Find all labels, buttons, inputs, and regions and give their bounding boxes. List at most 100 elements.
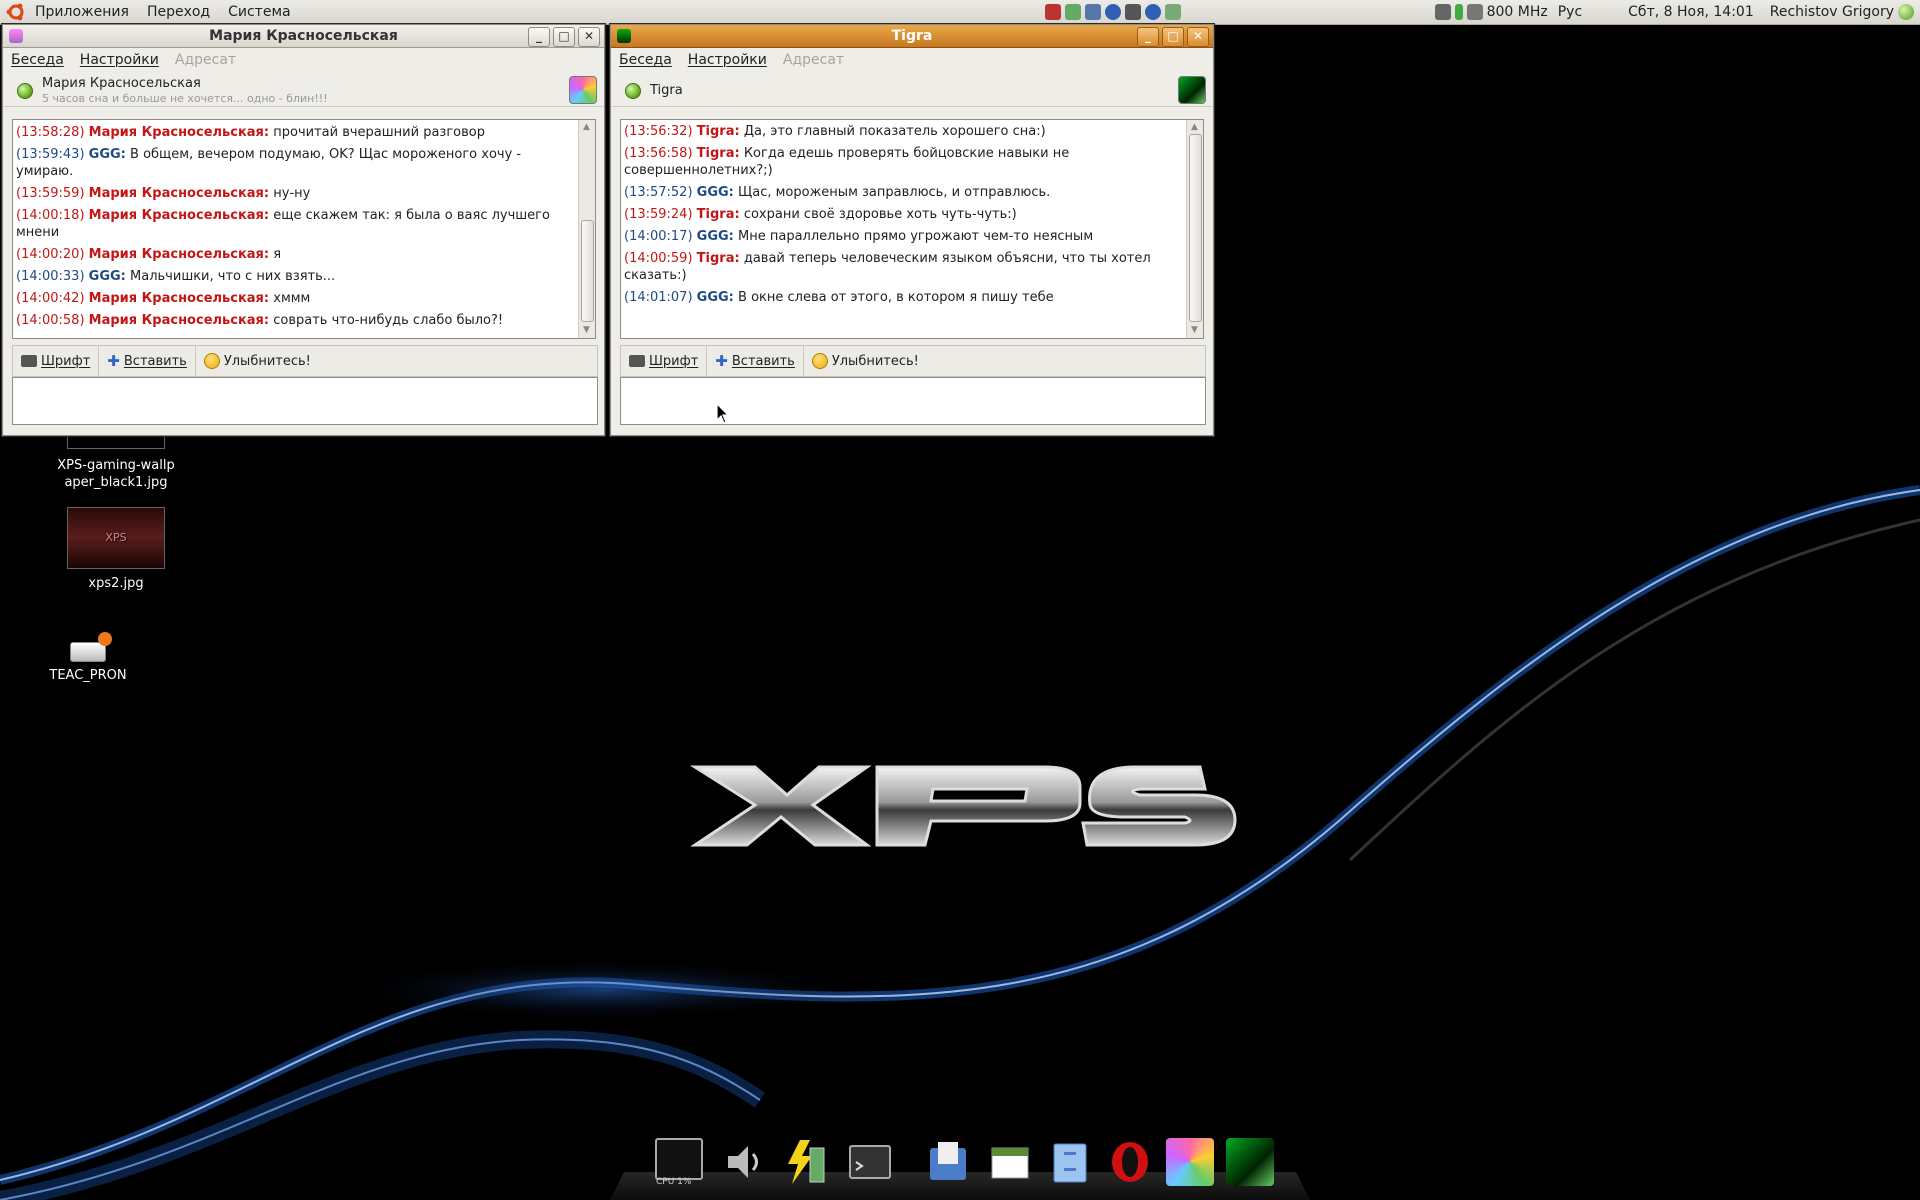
desktop-drive-teac[interactable]: TEAC_PRON: [40, 632, 136, 684]
pidgin-window-icon[interactable]: [9, 29, 23, 43]
message-timestamp: (13:56:58): [624, 146, 693, 161]
tray-app-icon-5[interactable]: [1124, 4, 1141, 20]
font-icon: [629, 355, 645, 367]
smile-label: Улыбнитесь!: [831, 353, 919, 369]
documents-icon[interactable]: [924, 1138, 972, 1186]
scroll-up-arrow[interactable]: ▲: [582, 123, 591, 132]
chat-message: (13:59:59) Мария Красносельская: ну-ну: [16, 185, 577, 202]
opera-browser-icon[interactable]: [1106, 1138, 1154, 1186]
cpu-monitor-icon[interactable]: [655, 1138, 703, 1180]
message-timestamp: (13:59:24): [624, 207, 693, 222]
font-button[interactable]: Шрифт: [621, 346, 708, 376]
chat-message: (14:00:17) GGG: Мне параллельно прямо уг…: [624, 228, 1185, 245]
tray-app-icon-4[interactable]: [1104, 4, 1121, 20]
pidgin-window-icon[interactable]: [617, 29, 631, 43]
applications-menu[interactable]: Приложения: [26, 4, 138, 20]
insert-label: Вставить: [123, 353, 187, 369]
pidgin-buddy2-icon[interactable]: [1226, 1138, 1274, 1186]
battery-icon[interactable]: [782, 1138, 830, 1186]
message-timestamp: (14:00:58): [16, 313, 85, 328]
scroll-up-arrow[interactable]: ▲: [1190, 123, 1199, 132]
font-button[interactable]: Шрифт: [13, 346, 100, 376]
scrollbar[interactable]: ▲ ▼: [578, 120, 595, 338]
network-icon[interactable]: [1164, 4, 1181, 20]
menu-buddy[interactable]: Адресат: [775, 52, 852, 68]
power-icon[interactable]: [1454, 4, 1463, 20]
contact-name: Мария Красносельская: [42, 76, 201, 91]
menu-options[interactable]: Настройки: [72, 52, 167, 68]
font-icon: [21, 355, 37, 367]
ubuntu-logo-icon[interactable]: [6, 2, 26, 22]
user-status-icon[interactable]: [1898, 4, 1914, 20]
window-titlebar[interactable]: Tigra _ □ ✕: [611, 25, 1213, 48]
system-menu[interactable]: Система: [219, 4, 299, 20]
file-manager-icon[interactable]: [1046, 1138, 1094, 1186]
cpu-usage-label: CPU 1%: [656, 1177, 692, 1187]
tray-app-icon-1[interactable]: [1044, 4, 1061, 20]
message-text: сохрани своё здоровье хоть чуть-чуть:): [743, 207, 1017, 222]
message-sender: Tigra:: [696, 207, 740, 222]
message-sender: Tigra:: [696, 146, 740, 161]
online-status-icon: [625, 83, 641, 99]
scroll-thumb[interactable]: [1189, 134, 1202, 322]
menu-conversation[interactable]: Беседа: [3, 52, 72, 68]
message-sender: Мария Красносельская:: [88, 186, 270, 201]
menu-buddy[interactable]: Адресат: [167, 52, 244, 68]
minimize-button[interactable]: _: [528, 27, 550, 47]
format-toolbar: Шрифт ✚ Вставить Улыбнитесь!: [620, 345, 1206, 377]
message-timestamp: (14:00:20): [16, 247, 85, 262]
desktop-file-xps2[interactable]: XPS xps2.jpg: [56, 507, 176, 592]
volume-icon[interactable]: [720, 1138, 768, 1186]
user-name[interactable]: Rechistov Grigory: [1762, 4, 1896, 20]
cpu-freq-icon[interactable]: [1466, 4, 1483, 20]
window-titlebar[interactable]: Мария Красносельская _ □ ✕: [3, 25, 604, 48]
scrollbar[interactable]: ▲ ▼: [1186, 120, 1203, 338]
scroll-down-arrow[interactable]: ▼: [582, 326, 591, 335]
keyboard-layout[interactable]: Рус: [1550, 4, 1590, 20]
smile-button[interactable]: Улыбнитесь!: [196, 346, 319, 376]
message-input[interactable]: [12, 377, 598, 425]
buddy-avatar[interactable]: [569, 76, 597, 104]
window-title: Tigra: [891, 28, 933, 44]
minimize-button[interactable]: _: [1137, 27, 1159, 47]
clock[interactable]: Сбт, 8 Ноя, 14:01: [1620, 4, 1762, 20]
desktop-file-label: XPS-gaming-wallpaper_black1.jpg: [57, 458, 175, 490]
buddy-avatar[interactable]: [1178, 76, 1206, 104]
top-panel: Приложения Переход Система 800 MHz Рус С…: [0, 0, 1920, 25]
calendar-icon[interactable]: [986, 1138, 1034, 1186]
menu-conversation[interactable]: Беседа: [611, 52, 680, 68]
maximize-button[interactable]: □: [1162, 27, 1184, 47]
scroll-down-arrow[interactable]: ▼: [1190, 326, 1199, 335]
bluetooth-icon[interactable]: [1144, 4, 1161, 20]
smile-button[interactable]: Улыбнитесь!: [804, 346, 927, 376]
insert-label: Вставить: [731, 353, 795, 369]
terminal-icon[interactable]: [846, 1138, 894, 1186]
contact-header: Tigra: [611, 72, 1213, 107]
message-sender: Tigra:: [696, 251, 740, 266]
close-button[interactable]: ✕: [578, 27, 600, 47]
message-sender: Мария Красносельская:: [88, 208, 270, 223]
smiley-icon: [203, 353, 220, 369]
pidgin-buddy-icon[interactable]: [1166, 1138, 1214, 1186]
battery-applet-icon[interactable]: [1434, 4, 1451, 20]
smile-label: Улыбнитесь!: [223, 353, 311, 369]
menu-options[interactable]: Настройки: [680, 52, 775, 68]
message-input[interactable]: [620, 377, 1206, 425]
contact-status-message: 5 часов сна и больше не хочется... одно …: [42, 92, 328, 105]
chat-message: (14:00:42) Мария Красносельская: хммм: [16, 290, 577, 307]
conversation-log[interactable]: (13:56:32) Tigra: Да, это главный показа…: [620, 119, 1204, 339]
conversation-log[interactable]: (13:58:28) Мария Красносельская: прочита…: [12, 119, 596, 339]
close-button[interactable]: ✕: [1187, 27, 1209, 47]
tray-app-icon-3[interactable]: [1084, 4, 1101, 20]
chat-message: (13:59:24) Tigra: сохрани своё здоровье …: [624, 206, 1185, 223]
insert-button[interactable]: ✚ Вставить: [99, 346, 196, 376]
message-sender: GGG:: [88, 147, 126, 162]
tray-app-icon-2[interactable]: [1064, 4, 1081, 20]
scroll-thumb[interactable]: [581, 220, 594, 322]
chat-message: (14:00:18) Мария Красносельская: еще ска…: [16, 207, 577, 241]
cpu-frequency[interactable]: 800 MHz: [1485, 4, 1550, 20]
desktop-file-wallpaper[interactable]: XPS-gaming-wallpaper_black1.jpg: [44, 430, 188, 491]
maximize-button[interactable]: □: [553, 27, 575, 47]
places-menu[interactable]: Переход: [138, 4, 219, 20]
insert-button[interactable]: ✚ Вставить: [707, 346, 804, 376]
